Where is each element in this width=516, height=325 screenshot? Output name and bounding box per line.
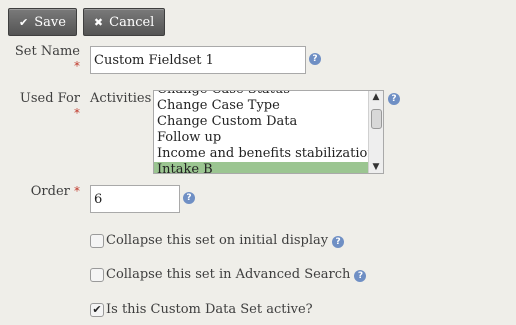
list-option[interactable]: Income and benefits stabilization	[154, 146, 383, 162]
collapse-advanced-checkbox[interactable]	[90, 267, 104, 282]
used-for-entity: Activities	[90, 91, 152, 106]
scroll-down-icon[interactable]: ▼	[369, 161, 383, 173]
scroll-up-icon[interactable]: ▲	[369, 91, 383, 103]
list-option-selected[interactable]: Intake B	[154, 162, 383, 173]
help-icon[interactable]: ?	[309, 53, 321, 65]
help-icon[interactable]: ?	[354, 269, 367, 282]
list-option[interactable]: Change Custom Data	[154, 114, 383, 130]
collapse-advanced-label: Collapse this set in Advanced Search	[106, 267, 351, 282]
toolbar: ✔ Save ✖ Cancel	[8, 7, 516, 37]
collapse-advanced-option: Collapse this set in Advanced Search ?	[90, 267, 367, 282]
checkmark-icon: ✔	[19, 15, 29, 29]
fieldset-form: Set Name * ? Used For * Activities Chang…	[8, 37, 516, 325]
help-icon[interactable]: ?	[183, 192, 195, 204]
required-marker: *	[74, 106, 80, 120]
list-option[interactable]: Change Case Status	[154, 91, 383, 98]
list-option[interactable]: Follow up	[154, 130, 383, 146]
order-input[interactable]	[90, 185, 180, 213]
cancel-button[interactable]: ✖ Cancel	[82, 8, 166, 36]
custom-fieldset-panel: ✔ Save ✖ Cancel Set Name * ? Used For * …	[0, 0, 516, 325]
help-icon[interactable]: ?	[388, 93, 400, 105]
help-icon[interactable]: ?	[332, 235, 345, 248]
save-label: Save	[34, 14, 66, 30]
cancel-label: Cancel	[109, 14, 155, 30]
required-marker: *	[74, 184, 80, 198]
scroll-thumb[interactable]	[371, 109, 382, 129]
save-button[interactable]: ✔ Save	[8, 8, 77, 36]
collapse-initial-label: Collapse this set on initial display	[106, 233, 329, 248]
active-option: ✔ Is this Custom Data Set active?	[90, 302, 313, 317]
x-icon: ✖	[93, 15, 104, 29]
used-for-label: Used For *	[19, 91, 80, 120]
required-marker: *	[74, 59, 80, 73]
used-for-listbox[interactable]: Change Case Status Change Case Type Chan…	[153, 90, 384, 174]
active-label: Is this Custom Data Set active?	[106, 302, 313, 317]
set-name-input[interactable]	[90, 46, 306, 74]
list-option[interactable]: Change Case Type	[154, 98, 383, 114]
listbox-scrollbar[interactable]: ▲ ▼	[368, 91, 383, 173]
set-name-label: Set Name *	[14, 44, 80, 73]
order-label: Order *	[30, 184, 80, 199]
active-checkbox[interactable]: ✔	[90, 302, 104, 317]
collapse-initial-option: Collapse this set on initial display ?	[90, 233, 345, 248]
collapse-initial-checkbox[interactable]	[90, 233, 104, 248]
list-options: Change Case Status Change Case Type Chan…	[154, 91, 383, 173]
